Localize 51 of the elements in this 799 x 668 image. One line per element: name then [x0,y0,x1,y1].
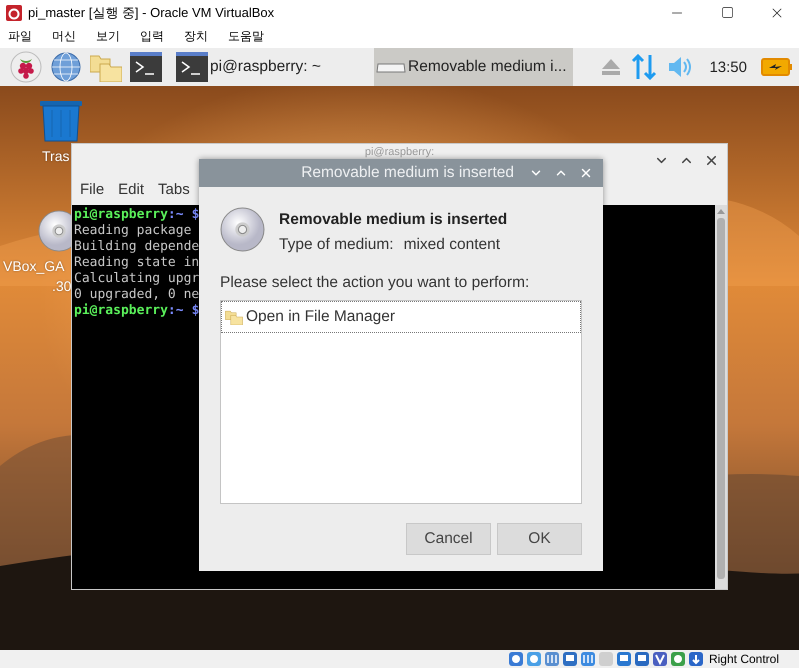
display-icon [616,651,632,667]
prompt-sign: $ [192,207,200,223]
prompt-path: :~ [168,303,184,319]
prompt-user: pi@raspberry [74,207,168,223]
menu-item[interactable]: 머신 [52,28,76,45]
cancel-button[interactable]: Cancel [406,523,491,555]
menu-item[interactable]: 도움말 [228,28,264,45]
disc-icon [220,207,265,252]
action-item[interactable]: Open in File Manager [221,301,581,333]
host-key-label: Right Control [708,652,779,666]
output-line: Reading package [74,223,192,239]
medium-type-label: Type of medium: [279,236,394,254]
clock: 13:50 [709,58,747,76]
vm-badge-icon [652,651,668,667]
battery-icon [761,58,793,76]
action-prompt: Please select the action you want to perform: [220,274,530,292]
dialog-title: Removable medium is inserted [301,164,514,182]
taskbar-button[interactable]: pi@raspberry: ~ [174,48,373,86]
icon-label: .30 [52,278,72,294]
prompt-path: :~ [168,207,184,223]
terminal-icon [130,52,162,82]
scrollbar[interactable] [715,205,727,589]
app-icon [6,4,22,20]
ok-button[interactable]: OK [497,523,582,555]
maximize-icon[interactable] [720,6,734,19]
output-line: Calculating upgr [74,271,200,287]
prompt-sign: $ [192,303,200,319]
volume-icon[interactable] [667,56,694,78]
menu-item[interactable]: 장치 [184,28,208,45]
icon-label: VBox_GA [3,258,64,274]
terminal-title: pi@raspberry: [364,146,434,158]
menu-item[interactable]: 보기 [96,28,120,45]
prompt-user: pi@raspberry [74,303,168,319]
scroll-up-arrow-icon[interactable] [717,209,725,214]
menu-item[interactable]: 파일 [8,28,32,45]
medium-type-value: mixed content [404,236,500,254]
dialog-heading: Removable medium is inserted [279,211,508,229]
window-title: pi_master [실행 중] - Oracle VM VirtualBox [28,4,276,22]
menu-item[interactable]: Edit [118,180,144,198]
output-line: Building depende [74,239,200,255]
keyboard-icon [688,651,704,667]
menu-item[interactable]: 입력 [140,28,164,45]
menu-item[interactable]: File [80,180,104,198]
icon-label: Tras [42,148,70,164]
taskbar-button[interactable]: Removable medium i... [374,48,573,86]
eject-icon[interactable] [601,58,622,76]
output-line: Reading state in [74,255,200,271]
output-line: 0 upgraded, 0 ne [74,287,200,303]
trash-icon[interactable] [38,100,84,142]
menu-item[interactable]: Tabs [158,180,190,198]
terminal-icon [176,52,208,82]
